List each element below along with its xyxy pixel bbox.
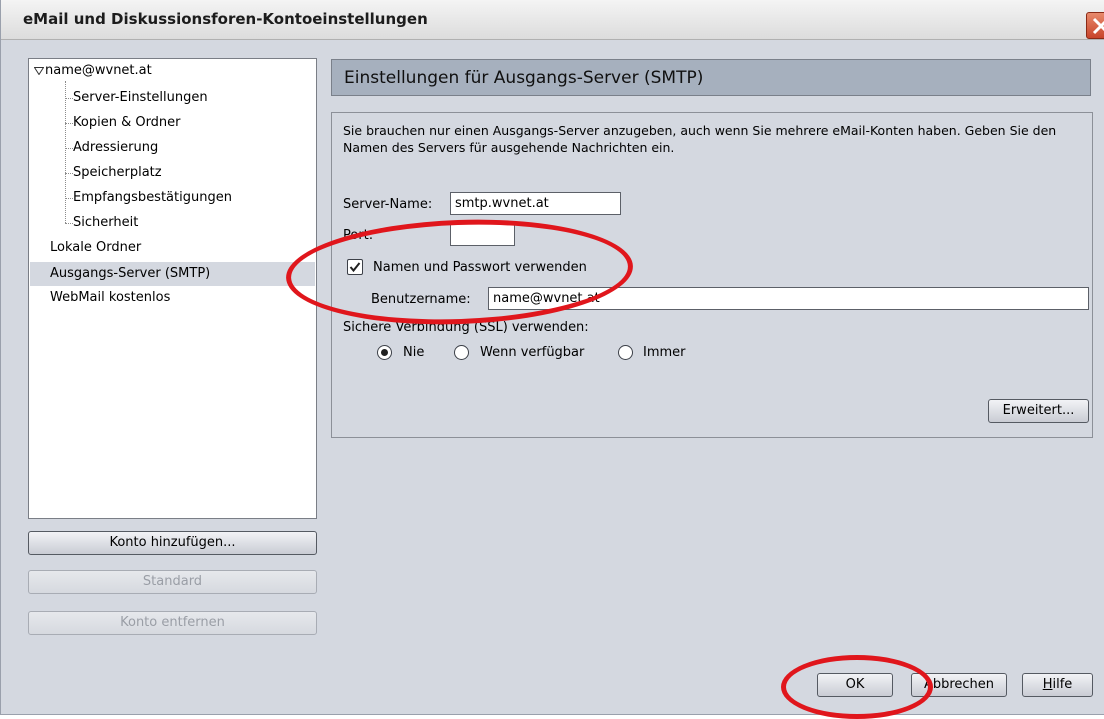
ssl-label: Sichere Verbindung (SSL) verwenden:	[343, 320, 589, 335]
title-bar: eMail und Diskussionsforen-Kontoeinstell…	[1, 0, 1104, 40]
port-input[interactable]	[450, 223, 515, 246]
tree-item-local-folders[interactable]: Lokale Ordner	[50, 239, 141, 257]
tree-connector-h	[65, 123, 73, 124]
ssl-never-label[interactable]: Nie	[403, 345, 424, 360]
checkmark-icon	[349, 262, 361, 273]
tree-connector-h	[65, 98, 73, 99]
ssl-if-available-radio[interactable]	[454, 345, 469, 360]
use-auth-checkbox[interactable]	[347, 259, 363, 275]
close-button[interactable]	[1086, 12, 1104, 39]
close-icon	[1092, 17, 1104, 35]
server-name-input[interactable]	[450, 192, 621, 215]
tree-connector-h	[65, 223, 73, 224]
tree-item-disk-space[interactable]: Speicherplatz	[73, 164, 162, 182]
panel-header: Einstellungen für Ausgangs-Server (SMTP)	[331, 59, 1091, 96]
tree-item-copies-folders[interactable]: Kopien & Ordner	[73, 114, 181, 132]
ok-button[interactable]: OK	[817, 673, 893, 697]
window-title: eMail und Diskussionsforen-Kontoeinstell…	[23, 10, 428, 28]
tree-item-webmail[interactable]: WebMail kostenlos	[50, 289, 170, 307]
advanced-button[interactable]: Erweitert...	[988, 399, 1089, 423]
tree-item-smtp[interactable]: Ausgangs-Server (SMTP)	[30, 262, 315, 286]
ssl-never-radio[interactable]	[377, 345, 392, 360]
port-label: Port:	[343, 228, 374, 243]
tree-item-addressing[interactable]: Adressierung	[73, 139, 158, 157]
cancel-button[interactable]: Abbrechen	[911, 673, 1007, 697]
ssl-if-available-label[interactable]: Wenn verfügbar	[480, 345, 584, 360]
tree-connector-h	[65, 198, 73, 199]
tree-connector	[65, 81, 66, 223]
use-auth-label[interactable]: Namen und Passwort verwenden	[373, 260, 587, 275]
set-default-button[interactable]: Standard	[28, 570, 317, 594]
tree-connector-h	[65, 173, 73, 174]
tree-connector-h	[65, 148, 73, 149]
username-input[interactable]	[488, 287, 1089, 310]
tree-item-server-settings[interactable]: Server-Einstellungen	[73, 89, 208, 107]
server-name-label: Server-Name:	[343, 197, 433, 212]
remove-account-button[interactable]: Konto entfernen	[28, 611, 317, 635]
tree-item-smtp-label: Ausgangs-Server (SMTP)	[50, 266, 211, 281]
ssl-always-label[interactable]: Immer	[643, 345, 686, 360]
add-account-button[interactable]: Konto hinzufügen...	[28, 531, 317, 555]
expand-arrow-icon[interactable]	[34, 67, 44, 75]
tree-item-security[interactable]: Sicherheit	[73, 214, 138, 232]
smtp-settings-box	[331, 112, 1093, 438]
help-button[interactable]: Hilfe	[1022, 673, 1093, 697]
panel-description: Sie brauchen nur einen Ausgangs-Server a…	[343, 123, 1057, 155]
username-label: Benutzername:	[371, 292, 471, 307]
tree-item-account[interactable]: name@wvnet.at	[45, 62, 152, 80]
account-tree[interactable]: name@wvnet.at Server-Einstellungen Kopie…	[28, 58, 317, 519]
ssl-always-radio[interactable]	[618, 345, 633, 360]
tree-item-receipts[interactable]: Empfangsbestätigungen	[73, 189, 232, 207]
panel-heading: Einstellungen für Ausgangs-Server (SMTP)	[344, 68, 704, 88]
account-settings-dialog: eMail und Diskussionsforen-Kontoeinstell…	[0, 0, 1104, 719]
